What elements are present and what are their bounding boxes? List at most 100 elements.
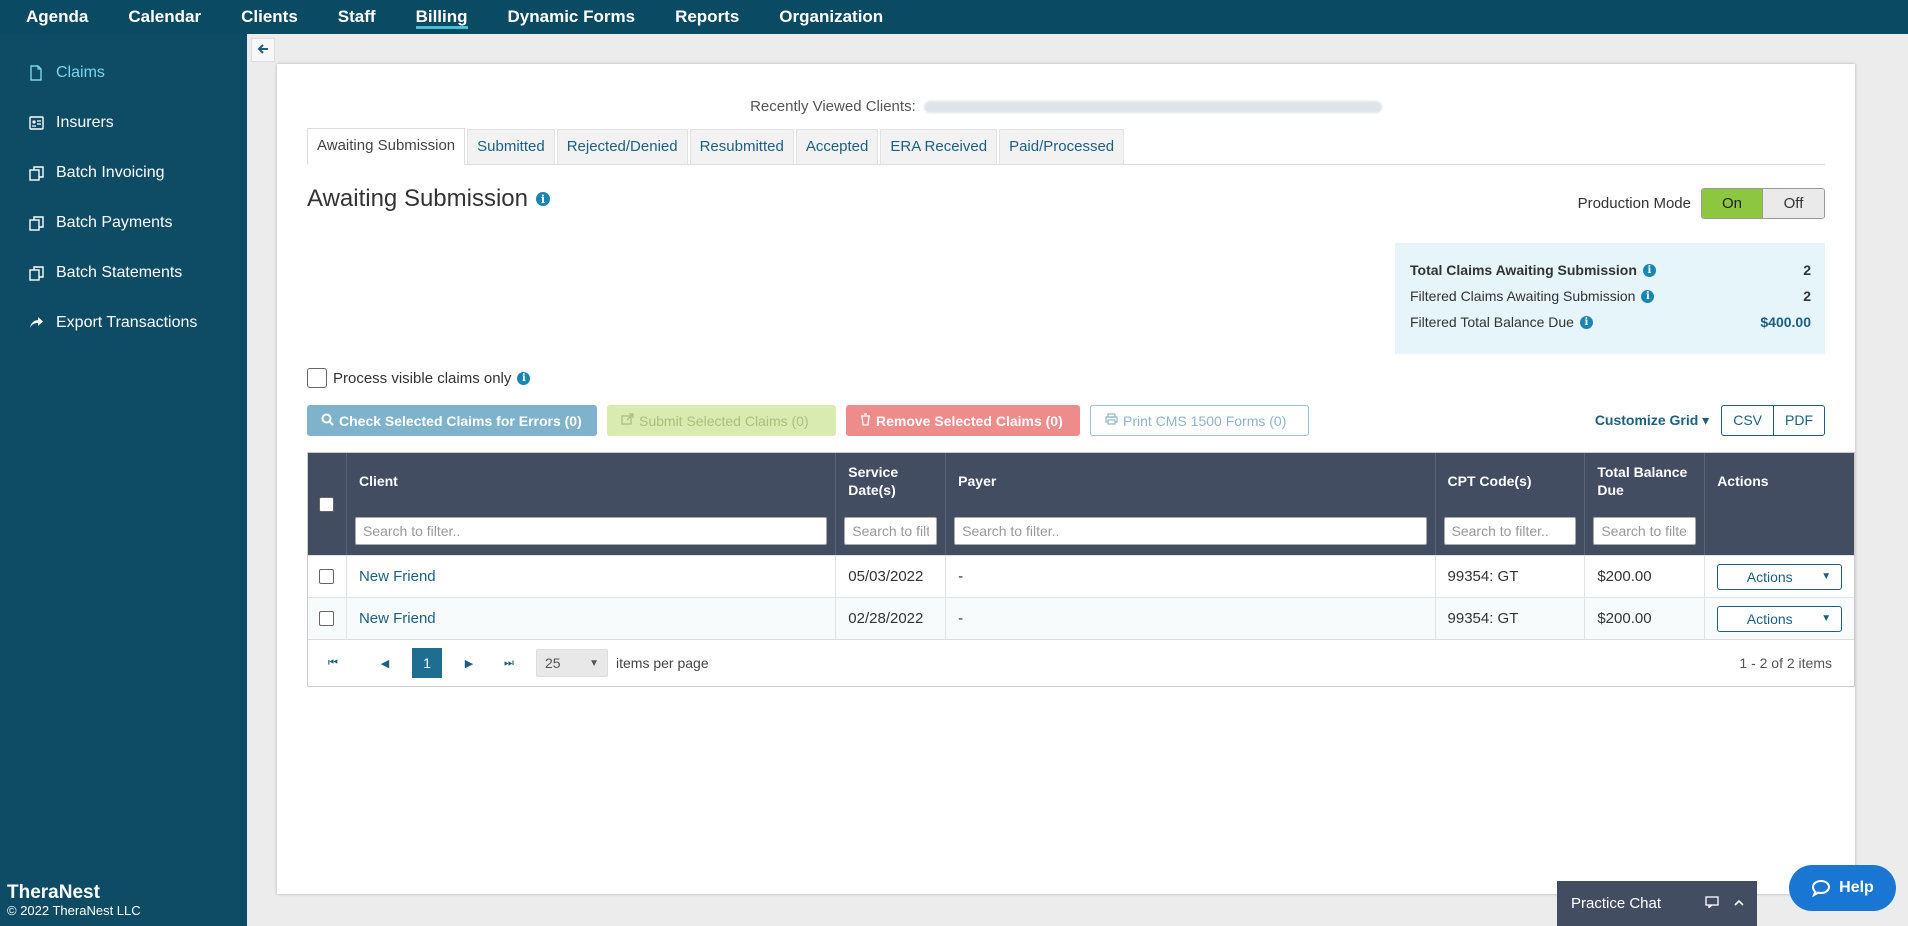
payer-filter-input[interactable] <box>954 517 1427 545</box>
sidebar-item-export-transactions[interactable]: Export Transactions <box>0 298 247 348</box>
tab-awaiting-submission[interactable]: Awaiting Submission <box>307 128 466 165</box>
production-on-button[interactable]: On <box>1702 189 1763 218</box>
trash-icon <box>860 412 871 429</box>
row-actions-dropdown[interactable]: Actions ▼ <box>1717 563 1843 590</box>
select-all-checkbox[interactable] <box>319 496 335 512</box>
info-icon[interactable]: i <box>517 371 531 385</box>
nav-agenda[interactable]: Agenda <box>26 0 88 34</box>
summary-total-row: Total Claims Awaiting Submission i 2 <box>1410 257 1811 283</box>
table-row: New Friend 05/03/2022 - 99354: GT $200.0… <box>308 555 1854 597</box>
top-nav: Agenda Calendar Clients Staff Billing Dy… <box>0 0 1908 34</box>
export-csv-button[interactable]: CSV <box>1721 405 1773 436</box>
nav-clients[interactable]: Clients <box>241 0 298 34</box>
tab-accepted[interactable]: Accepted <box>795 129 879 164</box>
print-cms-forms-button[interactable]: Print CMS 1500 Forms (0) <box>1090 405 1309 436</box>
client-link[interactable]: New Friend <box>359 610 436 627</box>
summary-balance-row: Filtered Total Balance Due i $400.00 <box>1410 309 1811 335</box>
sidebar-item-claims[interactable]: Claims <box>0 48 247 98</box>
help-button[interactable]: Help <box>1789 865 1896 911</box>
column-balance: Total Balance Due <box>1585 453 1706 555</box>
caret-down-icon: ▼ <box>1821 571 1832 582</box>
balance-filter-input[interactable] <box>1593 517 1697 545</box>
column-client: Client <box>347 453 837 555</box>
payer-cell: - <box>946 556 1436 597</box>
recently-viewed-clients: Recently Viewed Clients: <box>277 98 1855 115</box>
client-filter-input[interactable] <box>354 517 828 545</box>
next-page-icon[interactable]: ▶ <box>456 650 482 676</box>
summary-filtered-value: 2 <box>1803 288 1811 304</box>
collapse-sidebar-button[interactable] <box>251 38 275 62</box>
customize-grid-button[interactable]: Customize Grid ▾ <box>1595 412 1709 429</box>
sidebar-item-label: Batch Payments <box>56 214 173 231</box>
current-page-button[interactable]: 1 <box>412 648 442 678</box>
column-actions-label: Actions <box>1717 473 1769 489</box>
grid-pager: ⏮ ◀ 1 ▶ ⏭ 25 ▼ items per page 1 - 2 of 2 … <box>308 639 1854 686</box>
copyright-text: © 2022 TheraNest LLC <box>7 903 141 918</box>
sidebar-item-label: Batch Statements <box>56 264 183 281</box>
client-link[interactable]: New Friend <box>359 568 436 585</box>
production-off-button[interactable]: Off <box>1763 189 1824 218</box>
per-page-label: items per page <box>616 655 709 671</box>
balance-cell: $200.00 <box>1585 556 1706 597</box>
client-cell: New Friend <box>347 598 837 639</box>
column-service-date: Service Date(s) <box>836 453 947 555</box>
nav-dynamic-forms[interactable]: Dynamic Forms <box>508 0 636 34</box>
recent-label: Recently Viewed Clients: <box>750 98 916 115</box>
chat-help-icon <box>1811 879 1831 897</box>
main-panel: Recently Viewed Clients: Awaiting Submis… <box>277 64 1855 894</box>
prev-page-icon[interactable]: ◀ <box>372 650 398 676</box>
tab-resubmitted[interactable]: Resubmitted <box>689 129 794 164</box>
nav-calendar[interactable]: Calendar <box>128 0 201 34</box>
nav-reports[interactable]: Reports <box>675 0 739 34</box>
info-icon[interactable]: i <box>536 192 551 206</box>
chevron-up-icon[interactable] <box>1733 896 1745 911</box>
tab-rejected-denied[interactable]: Rejected/Denied <box>556 129 688 164</box>
per-page-select[interactable]: 25 ▼ <box>536 649 608 677</box>
claim-action-buttons: Check Selected Claims for Errors (0) Sub… <box>307 405 1319 436</box>
row-actions-dropdown[interactable]: Actions ▼ <box>1717 605 1843 632</box>
process-visible-label: Process visible claims only <box>333 369 512 387</box>
sidebar-item-label: Claims <box>56 64 105 81</box>
column-client-label: Client <box>358 473 398 489</box>
row-checkbox[interactable] <box>319 611 335 626</box>
caret-down-icon: ▾ <box>1702 412 1710 428</box>
service-date-cell: 05/03/2022 <box>836 556 947 597</box>
id-card-icon <box>28 115 44 131</box>
nav-organization[interactable]: Organization <box>779 0 883 34</box>
summary-filtered-label: Filtered Claims Awaiting Submission <box>1410 288 1636 304</box>
summary-total-value: 2 <box>1803 262 1811 278</box>
row-checkbox[interactable] <box>319 569 335 584</box>
practice-chat-bar[interactable]: Practice Chat <box>1557 881 1757 926</box>
remove-claims-button[interactable]: Remove Selected Claims (0) <box>846 405 1080 436</box>
sidebar-item-batch-statements[interactable]: Batch Statements <box>0 248 247 298</box>
info-icon[interactable]: i <box>1642 263 1656 277</box>
service-date-cell: 02/28/2022 <box>836 598 947 639</box>
tab-submitted[interactable]: Submitted <box>467 129 555 164</box>
tab-era-received[interactable]: ERA Received <box>880 129 998 164</box>
column-balance-label: Total Balance Due <box>1597 464 1688 498</box>
nav-billing[interactable]: Billing <box>415 0 468 34</box>
process-visible-checkbox[interactable] <box>307 368 327 388</box>
copy-icon <box>28 165 44 181</box>
actions-cell: Actions ▼ <box>1705 556 1854 597</box>
search-icon <box>321 413 334 429</box>
info-icon[interactable]: i <box>1641 289 1655 303</box>
check-claims-button[interactable]: Check Selected Claims for Errors (0) <box>307 405 597 436</box>
sidebar-item-insurers[interactable]: Insurers <box>0 98 247 148</box>
sidebar-item-batch-payments[interactable]: Batch Payments <box>0 198 247 248</box>
practice-chat-label: Practice Chat <box>1571 895 1662 912</box>
first-page-icon[interactable]: ⏮ <box>320 650 346 676</box>
nav-staff[interactable]: Staff <box>338 0 376 34</box>
service-date-filter-input[interactable] <box>844 517 938 545</box>
tab-paid-processed[interactable]: Paid/Processed <box>999 129 1125 164</box>
submit-claims-button[interactable]: Submit Selected Claims (0) <box>607 405 836 436</box>
sidebar-item-label: Insurers <box>56 114 114 131</box>
last-page-icon[interactable]: ⏭ <box>496 650 522 676</box>
info-icon[interactable]: i <box>1579 315 1593 329</box>
column-cpt: CPT Code(s) <box>1436 453 1586 555</box>
export-pdf-button[interactable]: PDF <box>1773 405 1825 436</box>
column-actions: Actions <box>1705 453 1854 555</box>
sidebar-item-batch-invoicing[interactable]: Batch Invoicing <box>0 148 247 198</box>
cpt-filter-input[interactable] <box>1443 517 1577 545</box>
table-row: New Friend 02/28/2022 - 99354: GT $200.0… <box>308 597 1854 639</box>
